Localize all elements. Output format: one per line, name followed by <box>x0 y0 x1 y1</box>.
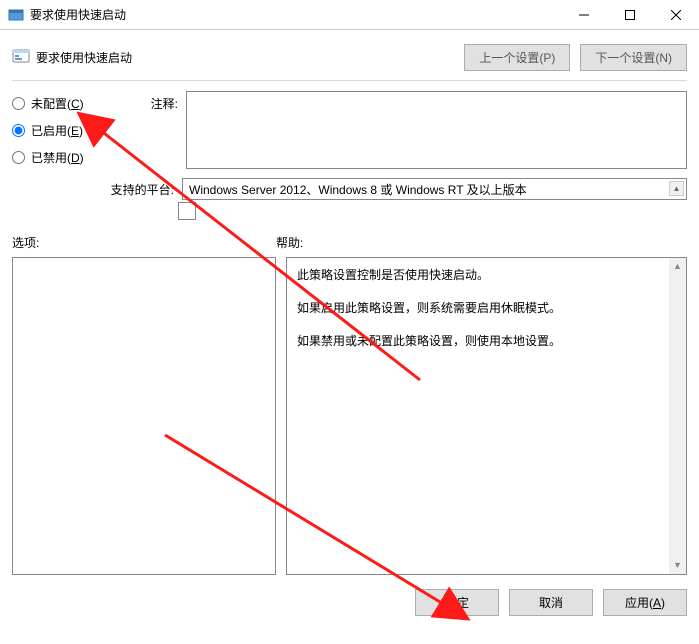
radio-not-configured[interactable]: 未配置(C) <box>12 95 104 112</box>
ok-button[interactable]: 确定 <box>415 589 499 616</box>
radio-enabled-input[interactable] <box>12 124 25 137</box>
prev-setting-button[interactable]: 上一个设置(P) <box>464 44 570 71</box>
page-title: 要求使用快速启动 <box>36 49 132 66</box>
supported-label: 支持的平台: <box>12 178 178 198</box>
radio-enabled-label: 已启用(E) <box>31 122 83 139</box>
help-p1: 此策略设置控制是否使用快速启动。 <box>297 266 658 283</box>
scroll-down-arrow-icon[interactable]: ▼ <box>669 557 686 574</box>
apply-button[interactable]: 应用(A) <box>603 589 687 616</box>
radio-not-configured-label: 未配置(C) <box>31 95 84 112</box>
help-p2: 如果启用此策略设置，则系统需要启用休眠模式。 <box>297 299 658 316</box>
radio-disabled[interactable]: 已禁用(D) <box>12 149 104 166</box>
close-button[interactable] <box>653 0 699 30</box>
options-panel <box>12 257 276 575</box>
divider <box>12 80 687 81</box>
options-label: 选项: <box>12 234 276 251</box>
footer-buttons: 确定 取消 应用(A) <box>12 589 687 616</box>
window-title: 要求使用快速启动 <box>30 6 126 23</box>
comment-label: 注释: <box>108 91 182 172</box>
scroll-up-icon[interactable]: ▲ <box>669 181 684 196</box>
cancel-button[interactable]: 取消 <box>509 589 593 616</box>
help-scrollbar[interactable]: ▲ ▼ <box>669 258 686 574</box>
supported-platforms-text: Windows Server 2012、Windows 8 或 Windows … <box>189 181 527 198</box>
app-icon <box>8 7 24 23</box>
maximize-icon <box>625 10 635 20</box>
radio-not-configured-input[interactable] <box>12 97 25 110</box>
minimize-button[interactable] <box>561 0 607 30</box>
state-radio-group: 未配置(C) 已启用(E) 已禁用(D) <box>12 91 104 172</box>
minimize-icon <box>579 10 589 20</box>
close-icon <box>671 10 681 20</box>
scroll-up-arrow-icon[interactable]: ▲ <box>669 258 686 275</box>
header-row: 要求使用快速启动 上一个设置(P) 下一个设置(N) <box>12 40 687 74</box>
small-empty-box <box>178 202 196 220</box>
radio-enabled[interactable]: 已启用(E) <box>12 122 104 139</box>
help-p3: 如果禁用或未配置此策略设置，则使用本地设置。 <box>297 332 658 349</box>
help-panel: 此策略设置控制是否使用快速启动。 如果启用此策略设置，则系统需要启用休眠模式。 … <box>286 257 687 575</box>
supported-platforms-box: Windows Server 2012、Windows 8 或 Windows … <box>182 178 687 200</box>
comment-textarea[interactable] <box>186 91 687 169</box>
policy-icon <box>12 48 30 66</box>
help-label: 帮助: <box>276 234 687 251</box>
radio-disabled-input[interactable] <box>12 151 25 164</box>
next-setting-button[interactable]: 下一个设置(N) <box>580 44 687 71</box>
titlebar: 要求使用快速启动 <box>0 0 699 30</box>
radio-disabled-label: 已禁用(D) <box>31 149 84 166</box>
maximize-button[interactable] <box>607 0 653 30</box>
